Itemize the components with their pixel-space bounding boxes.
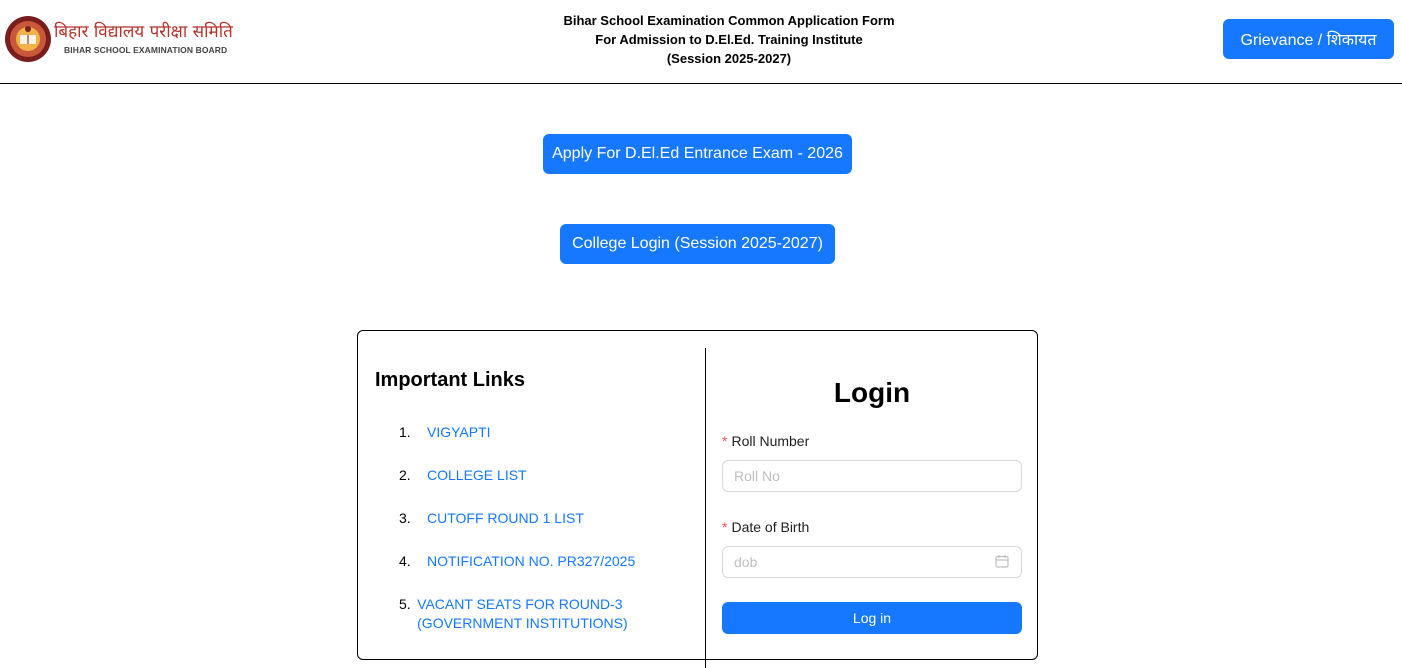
list-item-number: 3. <box>399 510 411 526</box>
board-logo[interactable]: बिहार विद्यालय परीक्षा समिति BIHAR SCHOO… <box>4 15 244 63</box>
panel-divider <box>705 348 706 668</box>
dob-input[interactable] <box>722 546 1022 578</box>
title-line-1: Bihar School Examination Common Applicat… <box>563 13 895 28</box>
list-item: 5. VACANT SEATS FOR ROUND-3 (GOVERNMENT … <box>399 595 689 633</box>
required-mark: * <box>722 519 728 535</box>
list-item-number: 4. <box>399 553 411 569</box>
list-item: 1. VIGYAPTI <box>399 423 689 442</box>
link-cutoff-round-1[interactable]: CUTOFF ROUND 1 LIST <box>427 509 584 528</box>
required-mark: * <box>722 433 728 449</box>
college-login-button[interactable]: College Login (Session 2025-2027) <box>560 224 835 264</box>
apply-entrance-exam-button[interactable]: Apply For D.El.Ed Entrance Exam - 2026 <box>543 134 852 174</box>
logo-hindi-text: बिहार विद्यालय परीक्षा समिति <box>54 22 233 42</box>
login-submit-button[interactable]: Log in <box>722 602 1022 634</box>
login-heading: Login <box>833 377 911 408</box>
dob-label: * Date of Birth <box>722 519 809 535</box>
roll-number-label: * Roll Number <box>722 433 809 449</box>
main-panel: Important Links 1. VIGYAPTI 2. COLLEGE L… <box>357 330 1038 668</box>
link-college-list[interactable]: COLLEGE LIST <box>427 466 527 485</box>
list-item: 2. COLLEGE LIST <box>399 466 689 485</box>
link-vigyapti[interactable]: VIGYAPTI <box>427 423 491 442</box>
dob-label-text: Date of Birth <box>731 519 810 535</box>
grievance-button[interactable]: Grievance / शिकायत <box>1223 19 1394 59</box>
link-notification[interactable]: NOTIFICATION NO. PR327/2025 <box>427 552 635 571</box>
list-item: 3. CUTOFF ROUND 1 LIST <box>399 509 689 528</box>
roll-number-input[interactable] <box>722 460 1022 492</box>
important-links-list: 1. VIGYAPTI 2. COLLEGE LIST 3. CUTOFF RO… <box>399 423 689 657</box>
link-vacant-seats[interactable]: VACANT SEATS FOR ROUND-3 (GOVERNMENT INS… <box>417 595 689 633</box>
important-links-heading: Important Links <box>375 369 526 391</box>
roll-number-label-text: Roll Number <box>731 433 810 449</box>
title-line-3: (Session 2025-2027) <box>666 51 792 66</box>
page-header: बिहार विद्यालय परीक्षा समिति BIHAR SCHOO… <box>0 0 1402 84</box>
list-item-number: 2. <box>399 467 411 483</box>
page-title: Bihar School Examination Common Applicat… <box>479 11 979 68</box>
list-item: 4. NOTIFICATION NO. PR327/2025 <box>399 552 689 571</box>
calendar-icon[interactable] <box>995 554 1009 568</box>
title-line-2: For Admission to D.El.Ed. Training Insti… <box>595 32 863 47</box>
bseb-emblem-icon <box>5 16 51 62</box>
list-item-number: 5. <box>399 596 411 612</box>
logo-english-text: BIHAR SCHOOL EXAMINATION BOARD <box>64 45 228 55</box>
list-item-number: 1. <box>399 424 411 440</box>
